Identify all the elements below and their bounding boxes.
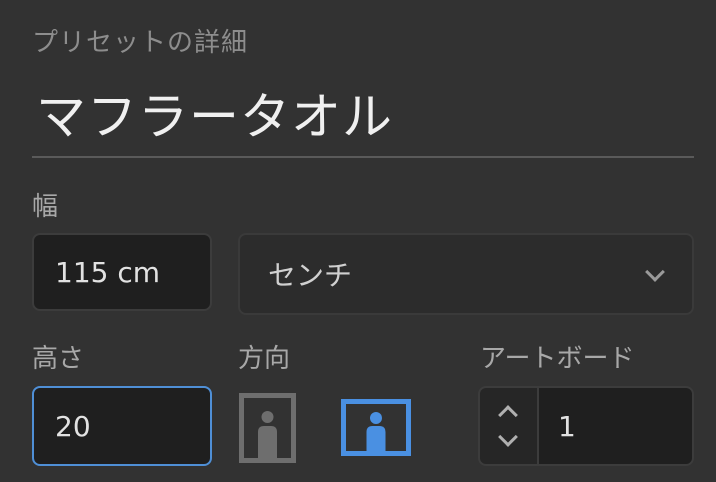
artboard-value: 1: [558, 409, 576, 443]
portrait-icon: [239, 393, 296, 463]
section-title: プリセットの詳細: [32, 28, 249, 58]
chevron-down-icon[interactable]: [498, 427, 518, 447]
preset-details-panel: プリセットの詳細 マフラータオル 幅 115 cm センチ 高さ 20 方向 ア…: [0, 0, 716, 482]
width-label: 幅: [32, 192, 59, 222]
height-label: 高さ: [32, 344, 85, 374]
artboard-stepper[interactable]: [478, 386, 538, 466]
orientation-label: 方向: [238, 344, 291, 374]
artboard-label: アートボード: [480, 344, 635, 374]
artboard-input[interactable]: 1: [537, 386, 694, 466]
portrait-orientation-button[interactable]: [239, 393, 296, 463]
chevron-down-icon: [645, 262, 665, 282]
height-input[interactable]: 20: [32, 386, 212, 466]
unit-select-value: センチ: [268, 259, 353, 292]
landscape-orientation-button[interactable]: [341, 399, 411, 456]
width-input[interactable]: 115 cm: [32, 233, 212, 311]
chevron-up-icon[interactable]: [498, 405, 518, 425]
unit-select[interactable]: センチ: [238, 233, 694, 315]
height-value: 20: [55, 409, 91, 443]
landscape-icon: [341, 399, 411, 456]
preset-name-field[interactable]: マフラータオル: [32, 82, 694, 158]
width-value: 115 cm: [55, 255, 161, 289]
